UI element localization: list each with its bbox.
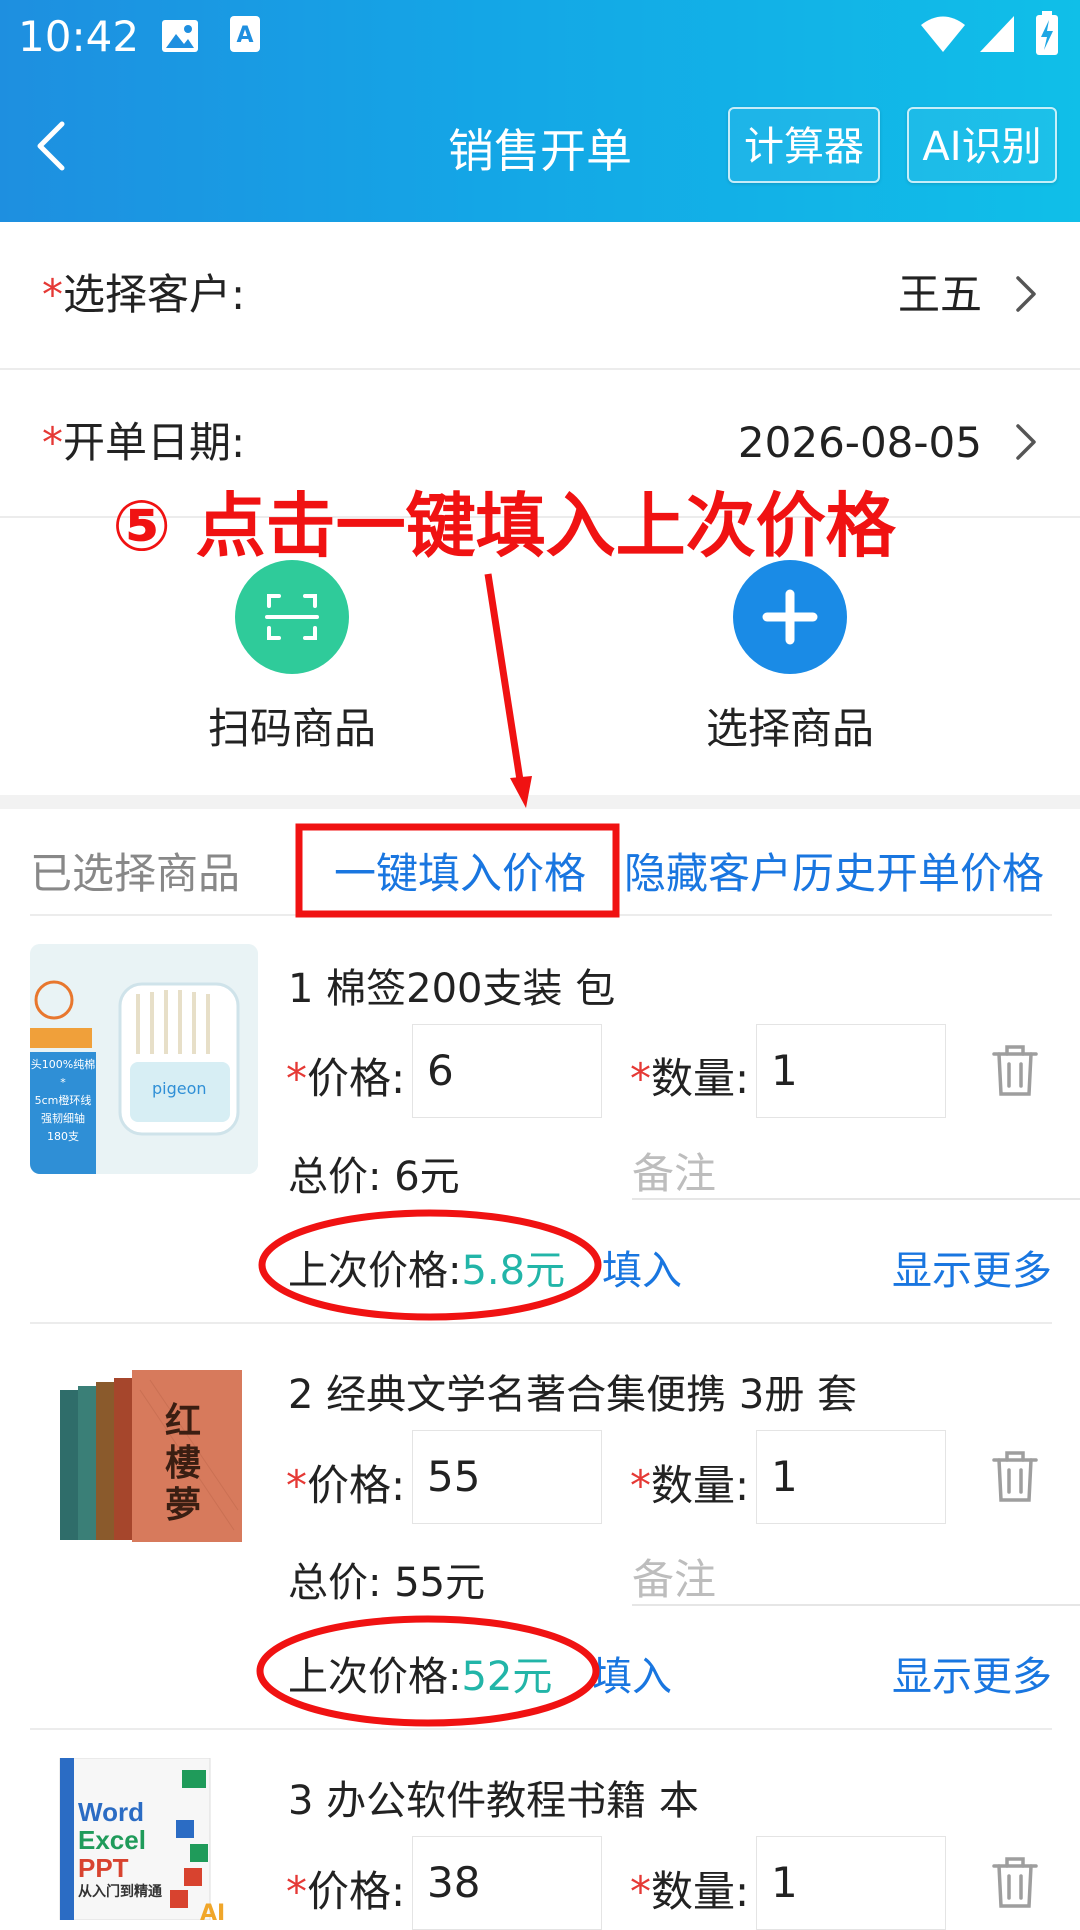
product-thumbnail: pigeon 头100%纯棉* 5cm橙环线 强韧细轴 180支 [30,944,258,1174]
chevron-right-icon [1016,424,1036,460]
price-label: *价格: [286,1867,406,1916]
select-product-button[interactable] [733,560,847,674]
hide-history-price-button[interactable]: 隐藏客户历史开单价格 [624,840,1044,901]
text-notification-icon: A [230,16,260,52]
total-price: 总价: 6元 [288,1154,460,1200]
divider [30,1728,1052,1730]
quantity-input[interactable]: 1 [756,1836,946,1930]
required-mark: * [42,270,63,319]
book-cover-title: 红樓夢 [165,1400,202,1526]
total-price: 总价: 55元 [288,1560,486,1606]
divider [30,914,1052,916]
product-name: 1 棉签200支装 包 [288,966,616,1012]
selected-products-title: 已选择商品 [30,849,241,898]
delete-trash-icon[interactable] [990,1854,1040,1910]
show-more-button[interactable]: 显示更多 [892,1238,1052,1296]
product-thumbnail: 红樓夢 [30,1350,258,1580]
gallery-notification-icon [162,20,198,52]
fill-all-prices-button[interactable]: 一键填入价格 [334,840,586,901]
quantity-label: *数量: [630,1867,750,1916]
price-label: *价格: [286,1054,406,1103]
plus-icon [762,589,818,645]
customer-value: 王五 [897,270,982,319]
note-underline [632,1604,1080,1606]
scan-icon [265,594,319,640]
battery-icon [1036,11,1058,55]
quantity-input[interactable]: 1 [756,1430,946,1524]
thumb-caption: 头100%纯棉* 5cm橙环线 强韧细轴 180支 [30,1058,96,1143]
price-input[interactable]: 6 [412,1024,602,1118]
book-set-product-image [60,1370,242,1542]
delete-trash-icon[interactable] [990,1448,1040,1504]
note-input[interactable]: 备注 [632,1546,716,1607]
price-input[interactable]: 55 [412,1430,602,1524]
fill-last-price-button[interactable]: 填入 [602,1238,682,1296]
required-mark: * [42,418,63,467]
select-product-label: 选择商品 [705,704,874,753]
product-name: 3 办公软件教程书籍 本 [288,1778,699,1824]
last-price: 上次价格:5.8元 [288,1248,566,1294]
price-input[interactable]: 38 [412,1836,602,1930]
chevron-right-icon [1016,276,1036,312]
note-input[interactable]: 备注 [632,1140,716,1201]
tutorial-annotation: ⑤ 点击一键填入上次价格 [112,485,896,567]
last-price: 上次价格:52元 [288,1654,553,1700]
price-label: *价格: [286,1461,406,1510]
quantity-label: *数量: [630,1461,750,1510]
annotation-arrow-icon [484,573,532,808]
customer-label: *选择客户: [42,270,246,319]
scan-product-button[interactable] [235,560,349,674]
quantity-input[interactable]: 1 [756,1024,946,1118]
delete-trash-icon[interactable] [990,1042,1040,1098]
show-more-button[interactable]: 显示更多 [892,1644,1052,1702]
svg-text:pigeon: pigeon [152,1079,207,1098]
fill-last-price-button[interactable]: 填入 [592,1644,672,1702]
product-name: 2 经典文学名著合集便携 3册 套 [288,1372,858,1418]
signal-icon [980,16,1014,52]
book-cover-text: Word Excel PPT 从入门到精通 [78,1797,162,1899]
header-bar: 10:42 A 销售开单 计算器 AI识别 [0,0,1080,222]
status-time: 10:42 [18,12,140,61]
divider [30,1322,1052,1324]
ai-recognize-button[interactable]: AI识别 [907,107,1057,183]
svg-text:A: A [236,23,253,48]
quantity-label: *数量: [630,1054,750,1103]
scan-product-label: 扫码商品 [207,704,376,753]
section-divider [0,795,1080,809]
calculator-button[interactable]: 计算器 [728,107,880,183]
note-underline [632,1198,1080,1200]
product-thumbnail: AI Word Excel PPT 从入门到精通 [30,1758,258,1920]
customer-row[interactable]: *选择客户: 王五 [0,222,1080,370]
svg-text:AI: AI [200,1901,225,1920]
wifi-icon [921,16,965,52]
